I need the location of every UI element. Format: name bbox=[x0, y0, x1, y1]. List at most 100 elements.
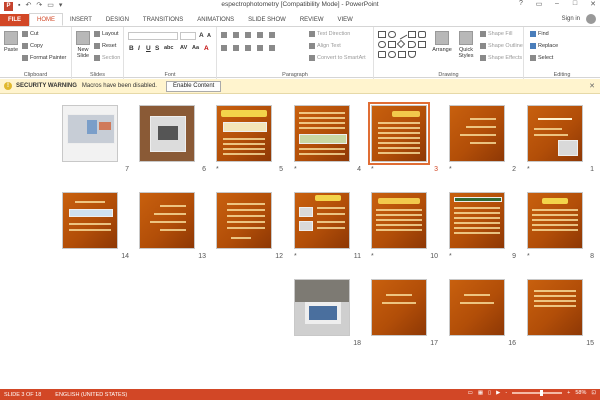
sign-in-link[interactable]: Sign in bbox=[562, 16, 580, 22]
shape-line-icon[interactable] bbox=[396, 29, 408, 40]
normal-view-icon[interactable]: ▭ bbox=[468, 390, 473, 396]
justify-icon[interactable] bbox=[257, 45, 263, 51]
font-name-dropdown[interactable] bbox=[128, 32, 178, 40]
shadow-icon[interactable]: S bbox=[155, 45, 159, 52]
paste-button[interactable]: Paste bbox=[3, 31, 19, 53]
slide-thumbnail-7[interactable] bbox=[62, 105, 118, 162]
slide-thumbnail-2[interactable] bbox=[449, 105, 505, 162]
line-spacing-icon[interactable] bbox=[269, 32, 275, 38]
tab-review[interactable]: REVIEW bbox=[293, 14, 331, 26]
grow-font-icon[interactable]: A bbox=[199, 32, 204, 39]
fit-slide-icon[interactable]: ⊡ bbox=[591, 390, 596, 396]
tab-view[interactable]: VIEW bbox=[331, 14, 360, 26]
slide-thumbnail-10[interactable] bbox=[371, 192, 427, 249]
shape-circle-icon[interactable] bbox=[378, 41, 386, 48]
zoom-in-button[interactable]: + bbox=[567, 390, 570, 396]
slide-thumbnail-15[interactable] bbox=[527, 279, 583, 336]
tab-home[interactable]: HOME bbox=[29, 13, 63, 26]
close-icon[interactable]: ✕ bbox=[588, 0, 598, 8]
tab-insert[interactable]: INSERT bbox=[63, 14, 99, 26]
slide-thumbnail-16[interactable] bbox=[449, 279, 505, 336]
section-button[interactable]: Section bbox=[94, 55, 120, 61]
slide-thumbnail-11[interactable] bbox=[294, 192, 350, 249]
slide-thumbnail-13[interactable] bbox=[139, 192, 195, 249]
find-button[interactable]: Find bbox=[530, 31, 549, 37]
shape-star-icon[interactable] bbox=[398, 51, 406, 58]
cut-button[interactable]: Cut bbox=[22, 31, 39, 37]
font-color-icon[interactable]: A bbox=[204, 45, 209, 52]
slide-sorter-view-icon[interactable]: ▦ bbox=[478, 390, 483, 396]
shape-callout-icon[interactable] bbox=[378, 51, 386, 58]
shape-diamond-icon[interactable] bbox=[396, 39, 406, 49]
help-button[interactable]: ? bbox=[516, 0, 526, 8]
slide-thumbnail-4[interactable] bbox=[294, 105, 350, 162]
decrease-indent-icon[interactable] bbox=[245, 32, 251, 38]
align-text-button[interactable]: Align Text bbox=[309, 43, 341, 49]
zoom-slider[interactable] bbox=[512, 390, 563, 396]
zoom-slider-thumb[interactable] bbox=[540, 390, 544, 396]
slide-thumbnail-8[interactable] bbox=[527, 192, 583, 249]
reset-button[interactable]: Reset bbox=[94, 43, 116, 49]
quick-styles-button[interactable]: Quick Styles bbox=[456, 31, 476, 59]
tab-animations[interactable]: ANIMATIONS bbox=[190, 14, 241, 26]
font-size-dropdown[interactable] bbox=[180, 32, 196, 40]
shape-effects-button[interactable]: Shape Effects bbox=[480, 55, 522, 61]
ribbon-display-icon[interactable]: ▭ bbox=[534, 0, 544, 8]
maximize-icon[interactable]: □ bbox=[570, 0, 580, 8]
shape-smile-icon[interactable] bbox=[388, 51, 396, 58]
format-painter-button[interactable]: Format Painter bbox=[22, 55, 66, 61]
tab-transitions[interactable]: TRANSITIONS bbox=[136, 14, 190, 26]
tab-design[interactable]: DESIGN bbox=[99, 14, 136, 26]
slide-thumbnail-9[interactable] bbox=[449, 192, 505, 249]
shape-brace-icon[interactable] bbox=[418, 41, 426, 48]
slide-thumbnail-1[interactable] bbox=[527, 105, 583, 162]
bold-icon[interactable]: B bbox=[129, 45, 134, 52]
avatar[interactable] bbox=[586, 14, 596, 24]
shape-oval-icon[interactable] bbox=[388, 31, 396, 38]
slide-thumbnail-18[interactable] bbox=[294, 279, 350, 336]
slide-thumbnail-17[interactable] bbox=[371, 279, 427, 336]
slide-thumbnail-5[interactable] bbox=[216, 105, 272, 162]
char-spacing-icon[interactable]: AV bbox=[180, 45, 187, 51]
increase-indent-icon[interactable] bbox=[257, 32, 263, 38]
close-icon[interactable]: ✕ bbox=[589, 82, 595, 90]
slide-thumbnail-3[interactable] bbox=[368, 102, 430, 165]
copy-button[interactable]: Copy bbox=[22, 43, 43, 49]
numbering-icon[interactable] bbox=[233, 32, 239, 38]
shape-square-icon[interactable] bbox=[388, 41, 396, 48]
italic-icon[interactable]: I bbox=[138, 45, 140, 52]
shape-curve-icon[interactable] bbox=[408, 51, 416, 58]
shrink-font-icon[interactable]: A bbox=[207, 33, 211, 39]
slide-thumbnail-14[interactable] bbox=[62, 192, 118, 249]
slide-thumbnail-12[interactable] bbox=[216, 192, 272, 249]
minimize-icon[interactable]: – bbox=[552, 0, 562, 8]
bullets-icon[interactable] bbox=[221, 32, 227, 38]
replace-button[interactable]: Replace bbox=[530, 43, 558, 49]
shape-outline-button[interactable]: Shape Outline bbox=[480, 43, 523, 49]
layout-button[interactable]: Layout bbox=[94, 31, 119, 37]
slide-thumbnail-6[interactable] bbox=[139, 105, 195, 162]
shape-rounded-icon[interactable] bbox=[418, 31, 426, 38]
tab-slide-show[interactable]: SLIDE SHOW bbox=[241, 14, 293, 26]
align-left-icon[interactable] bbox=[221, 45, 227, 51]
new-slide-button[interactable]: New Slide bbox=[74, 31, 92, 59]
shape-rectangle-icon[interactable] bbox=[378, 31, 386, 38]
shape-fill-button[interactable]: Shape Fill bbox=[480, 31, 512, 37]
zoom-level[interactable]: 58% bbox=[575, 390, 586, 396]
align-center-icon[interactable] bbox=[233, 45, 239, 51]
arrange-button[interactable]: Arrange bbox=[432, 31, 452, 53]
slide-show-icon[interactable]: ▶ bbox=[496, 390, 500, 396]
convert-smartart-button[interactable]: Convert to SmartArt bbox=[309, 55, 366, 61]
select-button[interactable]: Select bbox=[530, 55, 553, 61]
columns-icon[interactable] bbox=[269, 45, 275, 51]
align-right-icon[interactable] bbox=[245, 45, 251, 51]
tab-file[interactable]: FILE bbox=[0, 14, 29, 26]
shape-textbox-icon[interactable] bbox=[408, 31, 416, 38]
change-case-icon[interactable]: Aa bbox=[192, 45, 199, 51]
reading-view-icon[interactable]: ▯ bbox=[488, 390, 491, 396]
underline-icon[interactable]: U bbox=[146, 45, 151, 52]
zoom-out-button[interactable]: - bbox=[505, 390, 507, 396]
text-direction-button[interactable]: Text Direction bbox=[309, 31, 350, 37]
strikethrough-icon[interactable]: abc bbox=[164, 45, 173, 51]
enable-content-button[interactable]: Enable Content bbox=[165, 80, 222, 92]
